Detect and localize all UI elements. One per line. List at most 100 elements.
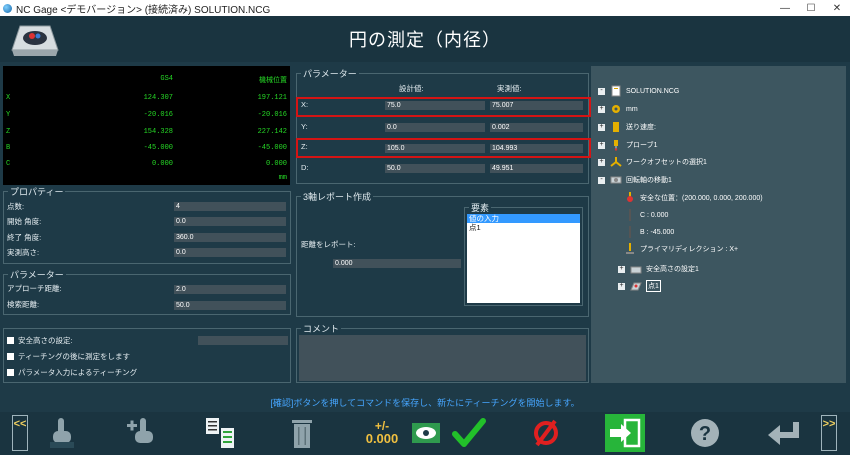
search-distance-label: 検索距離: — [7, 300, 40, 309]
parameter-panel-label: パラメーター — [301, 67, 359, 80]
coord-row: X 124.307 197.121 — [6, 94, 287, 102]
tree-node[interactable]: - 回転軸の移動1 — [598, 173, 672, 187]
tree-node[interactable]: + mm — [598, 102, 638, 116]
back-button[interactable] — [764, 414, 804, 452]
safe-height-checkbox[interactable]: 安全高さの設定: — [7, 335, 73, 346]
primary-direction-icon — [626, 243, 634, 254]
start-angle-label: 開始 角度: — [7, 217, 42, 226]
axis-b-icon — [629, 226, 631, 238]
execute-button[interactable] — [605, 414, 645, 452]
minimize-button[interactable]: — — [772, 0, 798, 16]
expand-icon[interactable]: + — [598, 105, 605, 113]
teach-after-label: ティーチングの後に測定をします — [18, 352, 131, 361]
coord-row: C 0.000 0.000 — [6, 160, 287, 168]
report-panel: 3軸レポート作成 距離をレポート: 0.000 要素 値の入力 点1 — [296, 190, 589, 317]
window-titlebar: NC Gage <デモバージョン> (接続済み) SOLUTION.NCG — … — [0, 0, 850, 16]
machine-coord-header: 機械位置 — [259, 77, 287, 85]
comment-panel-label: コメント — [301, 322, 342, 335]
list-edit-icon — [206, 418, 234, 448]
window-title: NC Gage <デモバージョン> (接続済み) SOLUTION.NCG — [16, 4, 271, 16]
tree-node[interactable]: + ワークオフセットの選択1 — [598, 155, 707, 169]
expand-icon[interactable]: - — [598, 87, 605, 95]
svg-text:?: ? — [699, 423, 711, 445]
hand-touch-icon — [50, 418, 74, 448]
rotary-axis-icon — [610, 176, 622, 184]
point-count-label: 点数: — [7, 202, 25, 211]
point-list-button[interactable] — [201, 414, 239, 452]
eye-view-icon — [412, 423, 440, 443]
unit-label: mm — [278, 174, 287, 182]
tree-node[interactable]: - SOLUTION.NCG — [598, 84, 679, 98]
checkbox-box[interactable] — [7, 369, 14, 376]
teach-touch-button[interactable] — [44, 414, 80, 452]
tree-node[interactable]: プライマリディレクション : X+ — [624, 242, 738, 256]
confirm-button[interactable] — [450, 414, 488, 452]
safe-height-icon — [630, 266, 642, 274]
delete-button[interactable] — [287, 414, 317, 452]
tree-node[interactable]: + プローブ1 — [598, 138, 657, 152]
help-button[interactable]: ? — [688, 414, 722, 452]
tree-node[interactable]: + 点1 — [618, 279, 661, 293]
offset-value-label: 0.000 — [365, 431, 399, 446]
search-distance-field[interactable]: 50.0 — [174, 301, 286, 310]
list-item[interactable]: 点1 — [467, 223, 580, 232]
safe-height-field[interactable] — [198, 336, 288, 345]
report-distance-field[interactable]: 0.000 — [333, 259, 461, 268]
approach-distance-field[interactable]: 2.0 — [174, 285, 286, 294]
point-count-field[interactable]: 4 — [174, 202, 286, 211]
comment-textarea[interactable] — [299, 335, 586, 381]
work-offset-icon — [610, 157, 622, 167]
tree-node[interactable]: B : -45.000 — [624, 225, 674, 239]
maximize-button[interactable]: ☐ — [798, 0, 824, 16]
expand-icon[interactable]: + — [598, 141, 605, 149]
tree-node[interactable]: + 送り速度: — [598, 120, 656, 134]
return-arrow-icon — [768, 422, 799, 445]
work-coord-header: GS4 — [160, 75, 173, 83]
expand-icon[interactable]: + — [598, 158, 605, 166]
offset-button[interactable]: +/- 0.000 — [360, 414, 404, 452]
expand-icon[interactable]: + — [598, 123, 605, 131]
param-d-label: D: — [301, 163, 309, 172]
cancel-button[interactable] — [529, 414, 563, 452]
properties-panel-label: プロパティー — [8, 185, 66, 198]
checkbox-box[interactable] — [7, 353, 14, 360]
elements-listbox[interactable]: 値の入力 点1 — [467, 214, 580, 303]
param-teach-label: パラメータ入力によるティーチング — [18, 368, 138, 377]
trash-icon — [292, 420, 312, 448]
elements-group: 要素 値の入力 点1 — [464, 201, 583, 306]
tree-node[interactable]: C : 0.000 — [624, 208, 668, 222]
expand-icon[interactable]: + — [618, 282, 625, 290]
prev-page-button[interactable]: << — [12, 415, 28, 451]
end-angle-field[interactable]: 360.0 — [174, 233, 286, 242]
coord-row: B -45.000 -45.000 — [6, 144, 287, 152]
tree-node[interactable]: + 安全高さの設定1 — [618, 262, 699, 276]
check-icon — [452, 418, 486, 447]
cancel-icon — [534, 419, 558, 447]
measure-height-field[interactable]: 0.0 — [174, 248, 286, 257]
safe-height-label: 安全高さの設定: — [18, 336, 73, 345]
param-teach-checkbox[interactable]: パラメータ入力によるティーチング — [7, 367, 137, 378]
expand-icon[interactable]: + — [618, 265, 625, 273]
safe-position-icon — [627, 192, 633, 202]
teach-after-checkbox[interactable]: ティーチングの後に測定をします — [7, 351, 130, 362]
options-panel: 安全高さの設定: ティーチングの後に測定をします パラメータ入力によるティーチン… — [3, 328, 291, 383]
tree-node[interactable]: 安全な位置：(200.000, 0.000, 200.000) — [624, 191, 763, 205]
approach-panel-label: パラメーター — [8, 268, 66, 281]
measure-height-label: 実測高さ: — [7, 248, 40, 257]
collapse-icon[interactable]: - — [598, 176, 605, 184]
highlight-x-row — [296, 97, 591, 117]
list-item[interactable]: 値の入力 — [467, 214, 580, 223]
close-button[interactable]: ✕ — [824, 0, 850, 16]
add-point-button[interactable] — [123, 414, 159, 452]
param-y-label: Y: — [301, 122, 308, 131]
view-button[interactable] — [410, 414, 442, 452]
coord-row: Y -20.016 -20.016 — [6, 111, 287, 119]
param-y-design-field[interactable]: 0.0 — [385, 123, 485, 132]
checkbox-box[interactable] — [7, 337, 14, 344]
param-y-actual-field: 0.002 — [490, 123, 583, 132]
feed-rate-icon — [613, 122, 619, 132]
app-icon — [3, 3, 12, 13]
start-angle-field[interactable]: 0.0 — [174, 217, 286, 226]
next-page-button[interactable]: >> — [821, 415, 837, 451]
param-d-design-field[interactable]: 50.0 — [385, 164, 485, 173]
